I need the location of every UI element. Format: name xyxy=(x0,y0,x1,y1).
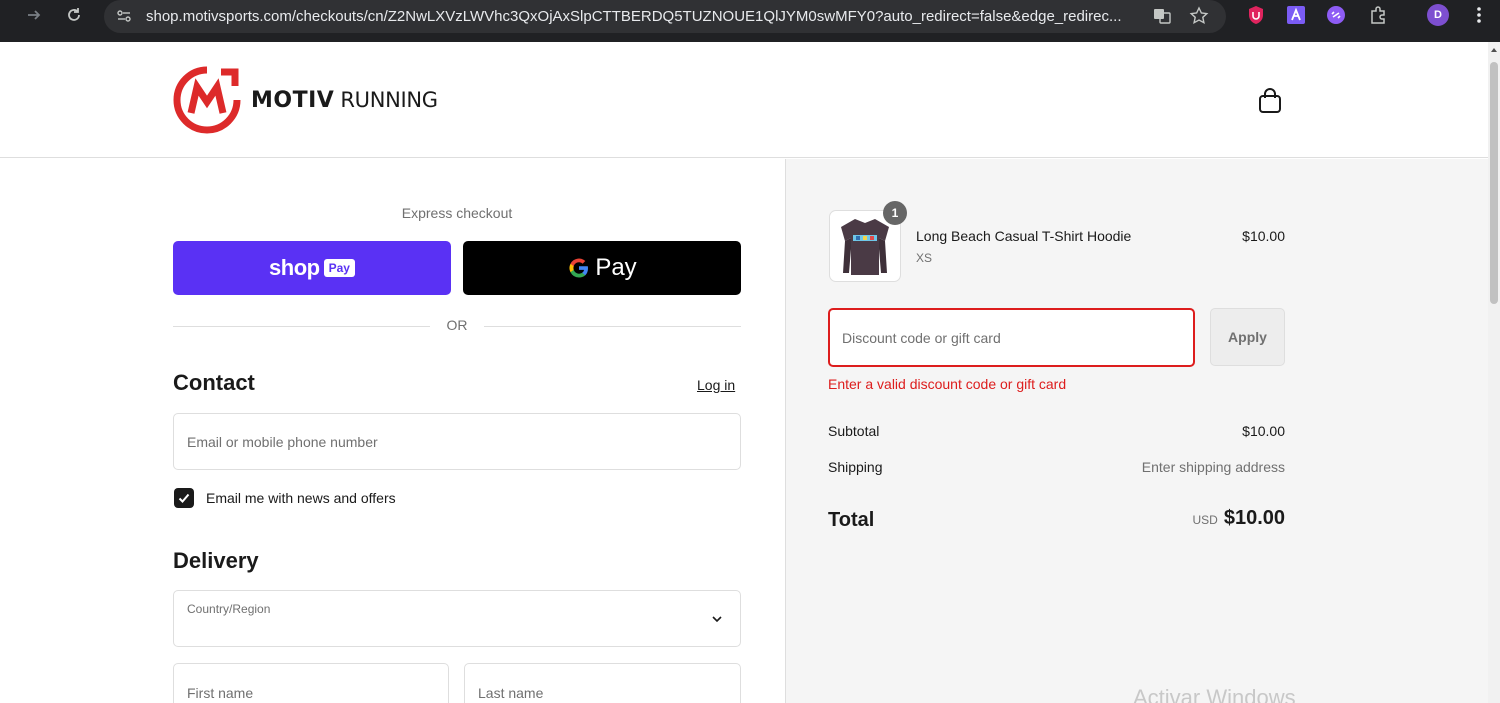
hoodie-image xyxy=(841,219,889,275)
menu-kebab-icon[interactable] xyxy=(1469,5,1489,25)
shop-pay-badge: Pay xyxy=(323,259,355,277)
shipping-value: Enter shipping address xyxy=(1141,459,1285,475)
bookmark-star-icon[interactable] xyxy=(1189,6,1209,26)
newsletter-label: Email me with news and offers xyxy=(206,490,396,506)
shield-extension-icon[interactable] xyxy=(1246,5,1266,25)
shop-pay-text: shop xyxy=(269,255,320,280)
url-text[interactable]: shop.motivsports.com/checkouts/cn/Z2NwLX… xyxy=(146,8,1146,25)
first-name-placeholder: First name xyxy=(187,685,254,701)
scroll-up-icon[interactable] xyxy=(1490,46,1498,54)
discount-placeholder: Discount code or gift card xyxy=(842,330,1001,346)
brand-name-light: RUNNING xyxy=(340,88,438,112)
email-field[interactable]: Email or mobile phone number xyxy=(173,413,741,470)
newsletter-checkbox[interactable] xyxy=(174,488,194,508)
google-pay-button[interactable]: Pay xyxy=(463,241,741,295)
total-price: USD $10.00 xyxy=(1036,507,1285,530)
site-info-icon[interactable] xyxy=(114,6,134,26)
last-name-placeholder: Last name xyxy=(478,685,544,701)
scroll-thumb[interactable] xyxy=(1490,62,1498,304)
address-bar[interactable]: shop.motivsports.com/checkouts/cn/Z2NwLX… xyxy=(104,0,1226,33)
product-variant: XS xyxy=(916,251,933,265)
delivery-heading: Delivery xyxy=(173,548,259,573)
page-scrollbar[interactable] xyxy=(1488,42,1500,703)
product-price: $10.00 xyxy=(1242,228,1285,244)
country-label: Country/Region xyxy=(187,602,271,616)
profile-avatar[interactable]: D xyxy=(1427,4,1449,26)
translate-icon[interactable] xyxy=(1152,6,1172,26)
shop-pay-button[interactable]: shop Pay xyxy=(173,241,451,295)
chevron-down-icon xyxy=(712,616,722,623)
checkout-form: Express checkout shop Pay Pay OR Contact… xyxy=(0,159,785,703)
forward-icon[interactable] xyxy=(23,4,45,26)
link-extension-icon[interactable] xyxy=(1326,5,1346,25)
country-select[interactable]: Country/Region xyxy=(173,590,741,647)
cart-bag-icon[interactable] xyxy=(1258,88,1282,119)
discount-error-message: Enter a valid discount code or gift card xyxy=(828,376,1067,392)
last-name-field[interactable]: Last name xyxy=(464,663,741,703)
google-g-icon xyxy=(569,258,589,278)
profile-initial: D xyxy=(1434,9,1442,21)
discount-code-input[interactable]: Discount code or gift card xyxy=(828,308,1195,367)
total-amount: $10.00 xyxy=(1223,507,1285,529)
subtotal-label: Subtotal xyxy=(828,423,880,439)
order-summary: 1 Long Beach Casual T-Shirt Hoodie XS $1… xyxy=(785,159,1488,703)
a-extension-icon[interactable] xyxy=(1286,5,1306,25)
total-label: Total xyxy=(828,509,875,531)
express-checkout-label: Express checkout xyxy=(401,205,513,221)
google-pay-text: Pay xyxy=(595,254,637,281)
reload-icon[interactable] xyxy=(63,4,85,26)
quantity-badge: 1 xyxy=(883,201,907,225)
login-link[interactable]: Log in xyxy=(697,377,735,393)
checkmark-icon xyxy=(178,493,190,503)
windows-activation-watermark: Activar Windows xyxy=(1133,685,1296,703)
or-divider: OR xyxy=(173,317,741,337)
newsletter-option[interactable]: Email me with news and offers xyxy=(174,488,396,508)
product-name: Long Beach Casual T-Shirt Hoodie xyxy=(916,228,1132,244)
extensions-puzzle-icon[interactable] xyxy=(1368,5,1388,25)
brand-logo[interactable]: MOTIV RUNNING xyxy=(173,66,438,134)
subtotal-value: $10.00 xyxy=(1242,423,1285,439)
shipping-label: Shipping xyxy=(828,459,883,475)
or-label: OR xyxy=(446,317,468,333)
first-name-field[interactable]: First name xyxy=(173,663,449,703)
browser-toolbar: shop.motivsports.com/checkouts/cn/Z2NwLX… xyxy=(0,0,1500,42)
email-placeholder: Email or mobile phone number xyxy=(187,434,378,450)
apply-discount-button[interactable]: Apply xyxy=(1210,308,1285,366)
site-header: MOTIV RUNNING xyxy=(0,42,1488,158)
total-currency: USD xyxy=(1192,513,1218,527)
motiv-logo-icon xyxy=(173,66,241,134)
brand-name-bold: MOTIV xyxy=(251,87,335,113)
contact-heading: Contact xyxy=(173,370,255,395)
